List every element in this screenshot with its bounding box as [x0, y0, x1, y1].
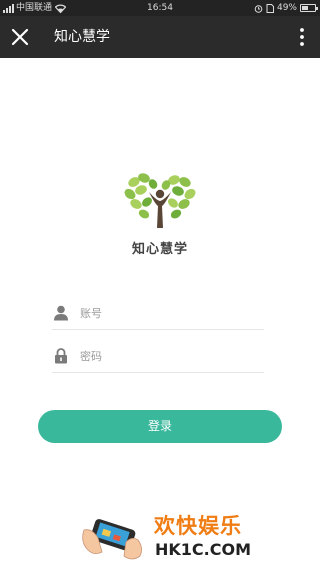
watermark-title: 欢快娱乐 — [154, 514, 242, 538]
password-input[interactable] — [80, 345, 260, 367]
page-title: 知心慧学 — [54, 29, 110, 45]
login-button[interactable]: 登录 — [38, 410, 282, 443]
sim-icon — [266, 3, 274, 13]
lock-icon — [54, 348, 68, 364]
tree-person-logo — [122, 170, 198, 232]
username-input[interactable] — [80, 302, 260, 324]
username-field — [52, 298, 264, 330]
battery-fill — [302, 6, 308, 10]
title-bar: 知心慧学 — [0, 16, 320, 58]
alarm-icon — [254, 4, 263, 13]
watermark-url: HK1C.COM — [155, 540, 252, 559]
password-field — [52, 341, 264, 373]
watermark: 欢快娱乐 HK1C.COM — [76, 508, 276, 564]
status-right: 49% — [254, 0, 318, 16]
brand-name: 知心慧学 — [131, 242, 188, 257]
battery-percent: 49% — [276, 3, 297, 13]
more-vertical-icon[interactable] — [298, 27, 306, 47]
battery-icon — [300, 4, 318, 12]
close-icon[interactable] — [10, 27, 30, 47]
game-controller-hands-icon — [82, 519, 142, 560]
user-icon — [54, 305, 68, 321]
status-bar: 中国联通 16:54 49% — [0, 0, 320, 16]
